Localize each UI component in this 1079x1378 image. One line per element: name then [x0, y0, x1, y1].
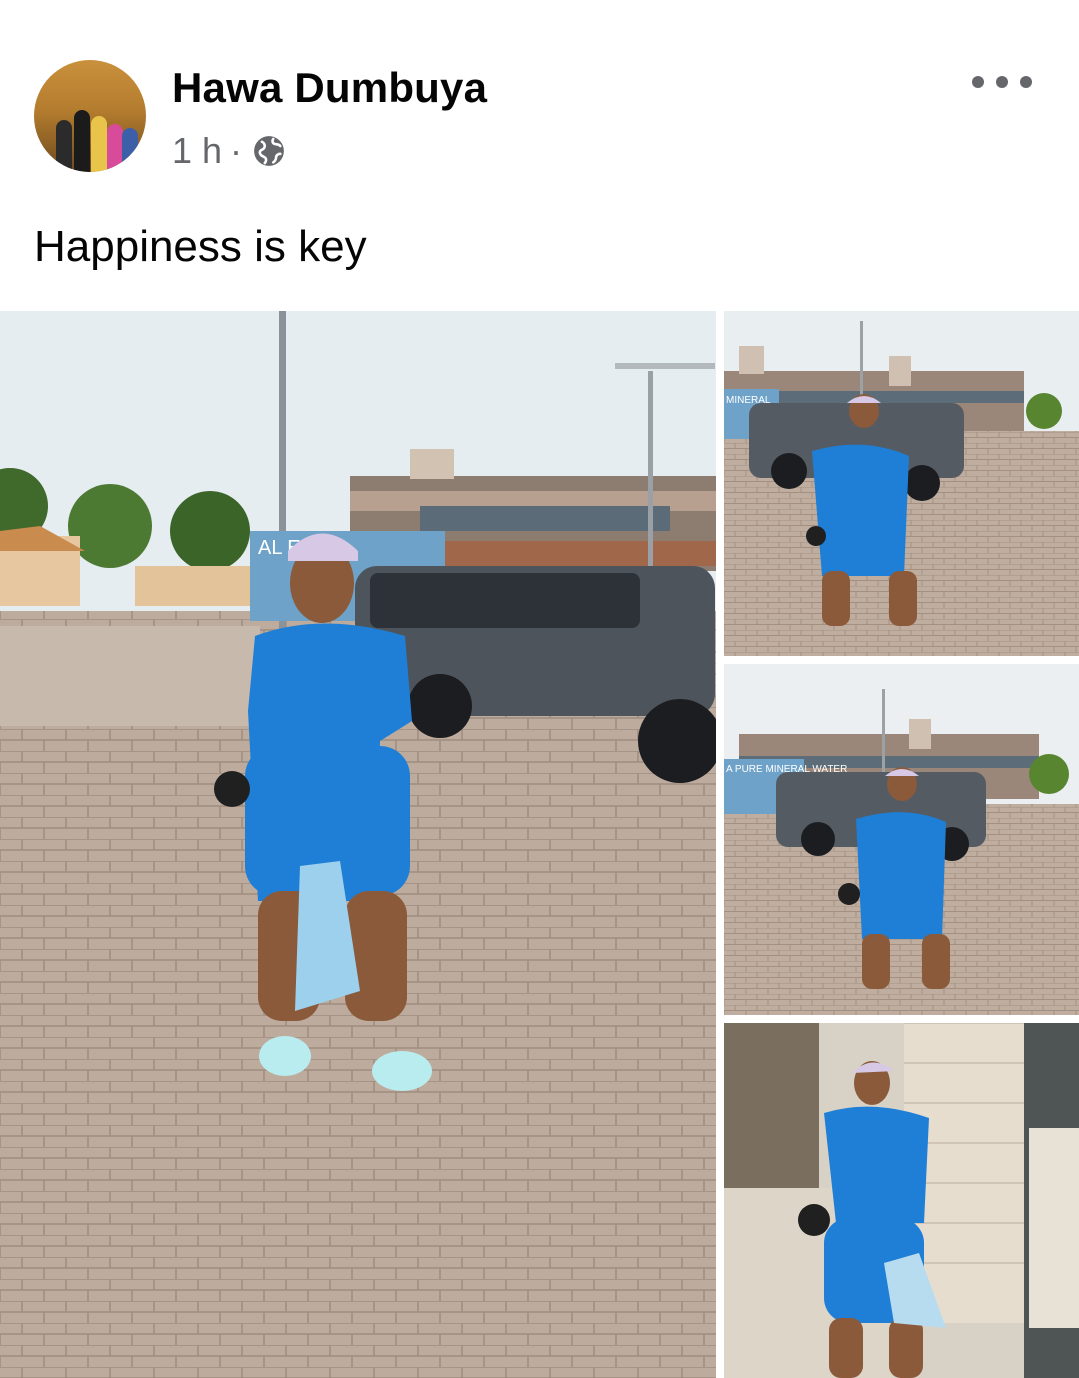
more-options-button[interactable]	[972, 64, 1032, 100]
post-time[interactable]: 1 h	[172, 130, 222, 172]
globe-icon[interactable]	[252, 134, 286, 168]
post-photo-4[interactable]	[724, 1023, 1079, 1378]
more-dot	[972, 76, 984, 88]
post-caption: Happiness is key	[34, 222, 367, 271]
more-dot	[1020, 76, 1032, 88]
post-photo-1[interactable]: AL ERAL	[0, 311, 716, 1378]
more-dot	[996, 76, 1008, 88]
author-name[interactable]: Hawa Dumbuya	[172, 64, 487, 112]
post-photo-2[interactable]: MINERAL	[724, 311, 1079, 656]
post-meta: 1 h ·	[172, 130, 286, 172]
author-avatar[interactable]	[34, 60, 146, 172]
meta-separator: ·	[230, 130, 243, 171]
post-photo-3[interactable]: A PURE MINERAL WATER	[724, 664, 1079, 1015]
